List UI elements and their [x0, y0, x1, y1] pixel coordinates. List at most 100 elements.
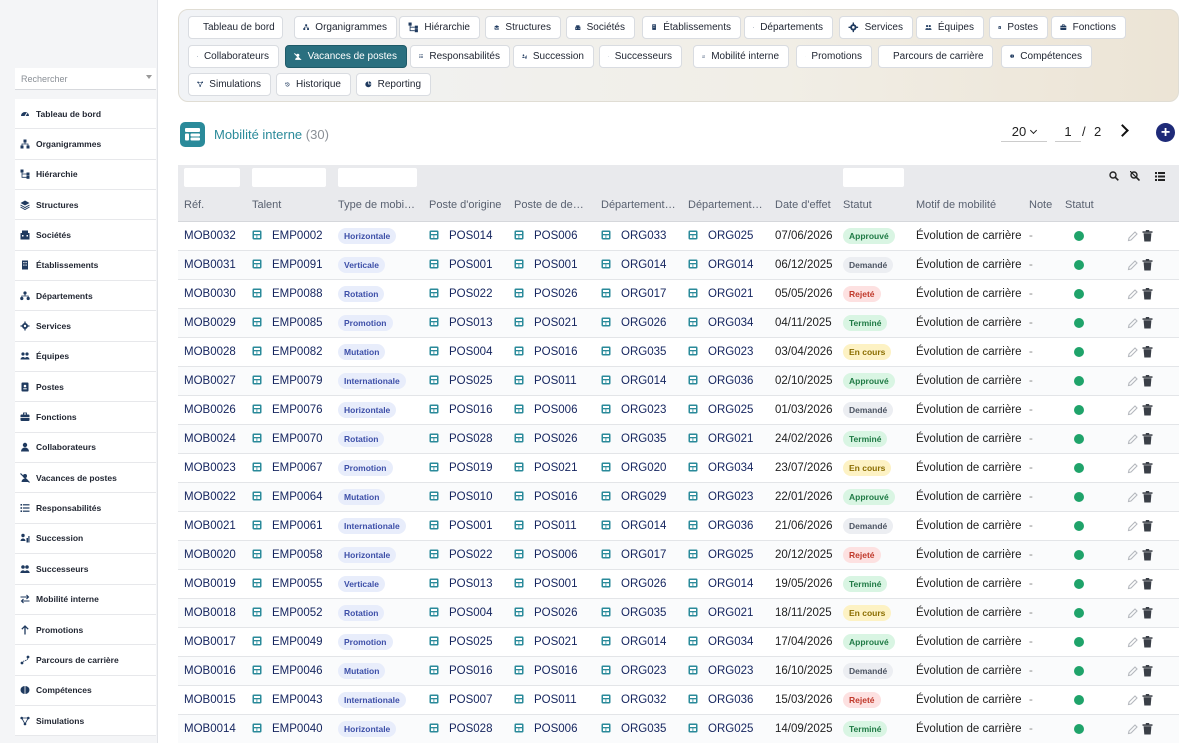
table-row[interactable]: MOB0022 EMP0064 Mutation POS010 POS016 ORG029…: [178, 483, 1179, 512]
origin-post-link[interactable]: POS016: [429, 665, 492, 677]
ref-link[interactable]: MOB0019: [184, 578, 236, 590]
menu-button[interactable]: Collaborateurs: [188, 45, 279, 68]
dest-post-link[interactable]: POS021: [514, 462, 577, 474]
ref-link[interactable]: MOB0031: [184, 259, 236, 271]
menu-button[interactable]: Tableau de bord: [188, 16, 283, 39]
pencil-icon[interactable]: [1127, 578, 1139, 590]
pencil-icon[interactable]: [1127, 607, 1139, 619]
table-row[interactable]: MOB0028 EMP0082 Mutation POS004 POS016 ORG035…: [178, 338, 1179, 367]
filter-status-input[interactable]: [843, 168, 904, 187]
menu-button[interactable]: Sociétés: [566, 16, 635, 39]
pencil-icon[interactable]: [1127, 694, 1139, 706]
dest-post-link[interactable]: POS001: [514, 578, 577, 590]
talent-link[interactable]: EMP0055: [252, 578, 323, 590]
ref-link[interactable]: MOB0028: [184, 346, 236, 358]
dept-to-link[interactable]: ORG025: [688, 404, 753, 416]
ref-link[interactable]: MOB0029: [184, 317, 236, 329]
dept-from-link[interactable]: ORG026: [601, 317, 666, 329]
origin-post-link[interactable]: POS028: [429, 723, 492, 735]
trash-icon[interactable]: [1142, 317, 1153, 329]
ref-link[interactable]: MOB0030: [184, 288, 236, 300]
ref-link[interactable]: MOB0032: [184, 230, 236, 242]
ref-link[interactable]: MOB0020: [184, 549, 236, 561]
column-header[interactable]: Poste de de…: [514, 199, 594, 211]
sidebar-item[interactable]: Collaborateurs: [15, 433, 156, 464]
menu-button[interactable]: Équipes: [916, 16, 984, 39]
pencil-icon[interactable]: [1127, 723, 1139, 735]
table-row[interactable]: MOB0024 EMP0070 Rotation POS028 POS026 ORG035…: [178, 425, 1179, 454]
dept-to-link[interactable]: ORG014: [688, 578, 753, 590]
sidebar-item[interactable]: Sociétés: [15, 220, 156, 251]
page-number-input[interactable]: 1: [1055, 122, 1081, 142]
filter-type-input[interactable]: [338, 168, 417, 187]
sidebar-item[interactable]: Compétences: [15, 676, 156, 706]
origin-post-link[interactable]: POS019: [429, 462, 492, 474]
dept-from-link[interactable]: ORG020: [601, 462, 666, 474]
dept-from-link[interactable]: ORG017: [601, 288, 666, 300]
dest-post-link[interactable]: POS016: [514, 491, 577, 503]
menu-button[interactable]: Établissements: [642, 16, 741, 39]
talent-link[interactable]: EMP0070: [252, 433, 323, 445]
search-icon[interactable]: [1109, 171, 1119, 181]
sidebar-item[interactable]: Promotions: [15, 615, 156, 646]
pencil-icon[interactable]: [1127, 230, 1139, 242]
ref-link[interactable]: MOB0015: [184, 694, 236, 706]
table-row[interactable]: MOB0020 EMP0058 Horizontale POS022 POS006 ORG…: [178, 541, 1179, 570]
table-row[interactable]: MOB0021 EMP0061 Internationale POS001 POS011…: [178, 512, 1179, 541]
page-size-select[interactable]: 20: [1001, 122, 1047, 142]
dept-from-link[interactable]: ORG017: [601, 549, 666, 561]
talent-link[interactable]: EMP0052: [252, 607, 323, 619]
talent-link[interactable]: EMP0064: [252, 491, 323, 503]
columns-list-icon[interactable]: [1155, 171, 1165, 181]
column-header[interactable]: Motif de mobilité: [916, 199, 1021, 211]
filter-talent-input[interactable]: [252, 168, 326, 187]
dept-to-link[interactable]: ORG023: [688, 665, 753, 677]
table-row[interactable]: MOB0027 EMP0079 Internationale POS025 POS011…: [178, 367, 1179, 396]
trash-icon[interactable]: [1142, 433, 1153, 445]
dest-post-link[interactable]: POS026: [514, 288, 577, 300]
origin-post-link[interactable]: POS013: [429, 578, 492, 590]
origin-post-link[interactable]: POS028: [429, 433, 492, 445]
sidebar-item[interactable]: Fonctions: [15, 402, 156, 433]
origin-post-link[interactable]: POS004: [429, 607, 492, 619]
trash-icon[interactable]: [1142, 259, 1153, 271]
column-header[interactable]: Statut: [843, 199, 909, 211]
talent-link[interactable]: EMP0085: [252, 317, 323, 329]
menu-button[interactable]: Historique: [276, 73, 351, 96]
trash-icon[interactable]: [1142, 549, 1153, 561]
trash-icon[interactable]: [1142, 636, 1153, 648]
talent-link[interactable]: EMP0046: [252, 665, 323, 677]
dept-to-link[interactable]: ORG034: [688, 636, 753, 648]
menu-button[interactable]: Responsabilités: [410, 45, 510, 68]
dept-from-link[interactable]: ORG035: [601, 433, 666, 445]
dept-to-link[interactable]: ORG025: [688, 230, 753, 242]
sidebar-item[interactable]: Organigrammes: [15, 129, 156, 160]
pencil-icon[interactable]: [1127, 375, 1139, 387]
table-row[interactable]: MOB0016 EMP0046 Mutation POS016 POS016 ORG023…: [178, 657, 1179, 686]
pencil-icon[interactable]: [1127, 404, 1139, 416]
talent-link[interactable]: EMP0049: [252, 636, 323, 648]
pencil-icon[interactable]: [1127, 636, 1139, 648]
dest-post-link[interactable]: POS011: [514, 375, 577, 387]
dest-post-link[interactable]: POS021: [514, 636, 577, 648]
menu-button[interactable]: Simulations: [188, 73, 271, 96]
dept-to-link[interactable]: ORG036: [688, 520, 753, 532]
ref-link[interactable]: MOB0014: [184, 723, 236, 735]
clear-search-icon[interactable]: [1130, 171, 1140, 181]
dept-to-link[interactable]: ORG021: [688, 607, 753, 619]
pencil-icon[interactable]: [1127, 665, 1139, 677]
menu-button[interactable]: Services: [839, 16, 913, 39]
pencil-icon[interactable]: [1127, 520, 1139, 532]
ref-link[interactable]: MOB0021: [184, 520, 236, 532]
dept-from-link[interactable]: ORG035: [601, 346, 666, 358]
origin-post-link[interactable]: POS004: [429, 346, 492, 358]
pencil-icon[interactable]: [1127, 288, 1139, 300]
dept-to-link[interactable]: ORG025: [688, 723, 753, 735]
menu-button[interactable]: Mobilité interne: [693, 45, 789, 68]
sidebar-item[interactable]: Services: [15, 311, 156, 342]
sidebar-item[interactable]: Mobilité interne: [15, 585, 156, 615]
dept-from-link[interactable]: ORG014: [601, 520, 666, 532]
ref-link[interactable]: MOB0026: [184, 404, 236, 416]
dept-from-link[interactable]: ORG014: [601, 636, 666, 648]
talent-link[interactable]: EMP0076: [252, 404, 323, 416]
